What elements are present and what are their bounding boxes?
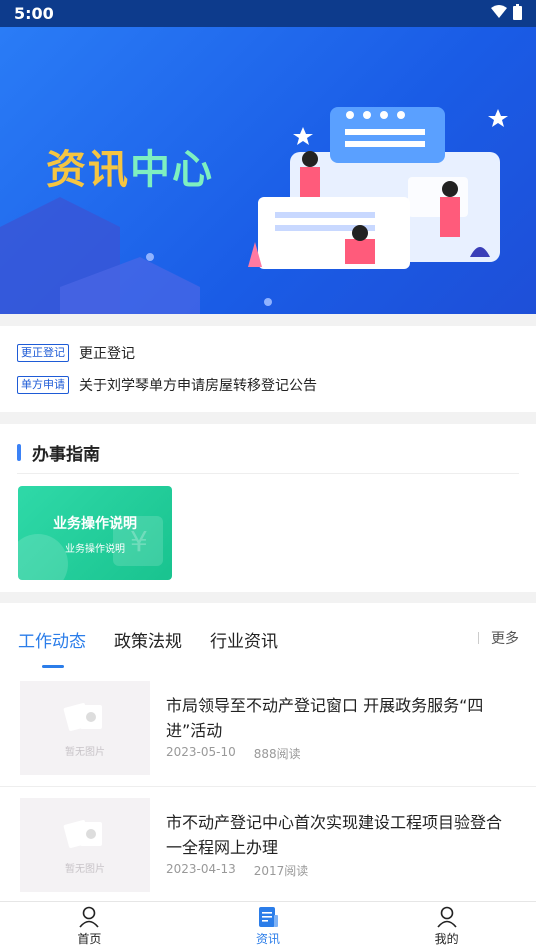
nav-mine-label: 我的 [434, 932, 459, 946]
status-bar: 5:00 [0, 0, 536, 27]
nav-home-label: 首页 [77, 932, 102, 946]
divider [0, 786, 536, 787]
wifi-icon [491, 5, 507, 18]
notice-item[interactable]: 更正登记 更正登记 [17, 343, 135, 363]
notice-list: 更正登记 更正登记 单方申请 关于刘学琴单方申请房屋转移登记公告 [0, 326, 536, 412]
tab-industry[interactable]: 行业资讯 [210, 627, 278, 652]
nav-news[interactable]: 资讯 [179, 902, 358, 952]
placeholder-text: 暂无图片 [65, 747, 105, 758]
article-reads: 2017阅读 [253, 864, 309, 878]
heading-bar [17, 444, 21, 461]
list-item[interactable]: 暂无图片 市不动产登记中心首次实现建设工程项目验登合一全程网上办理 2023-0… [0, 798, 536, 901]
article-date: 2023-05-10 [166, 745, 236, 759]
battery-icon [513, 4, 522, 20]
divider [17, 473, 519, 474]
image-placeholder-icon [63, 703, 102, 731]
notice-text: 关于刘学琴单方申请房屋转移登记公告 [79, 378, 317, 394]
status-icons [491, 4, 522, 20]
banner[interactable]: 资讯中心 [0, 27, 536, 314]
tab-work-news[interactable]: 工作动态 [18, 627, 86, 652]
nav-news-label: 资讯 [256, 932, 281, 946]
banner-title: 资讯中心 [46, 147, 214, 193]
placeholder-text: 暂无图片 [65, 864, 105, 875]
nav-mine[interactable]: 我的 [357, 902, 536, 952]
article-title: 市不动产登记中心首次实现建设工程项目验登合一全程网上办理 [166, 813, 503, 857]
notice-tag: 单方申请 [17, 376, 69, 394]
article-meta: 2023-05-10 888阅读 [166, 745, 301, 762]
article-title: 市局领导至不动产登记窗口 开展政务服务“四进”活动 [166, 696, 484, 740]
article-date: 2023-04-13 [166, 862, 236, 876]
guide-heading: 办事指南 [17, 440, 100, 465]
article-thumbnail: 暂无图片 [20, 681, 150, 775]
bottom-nav: 首页 资讯 我的 [0, 901, 536, 952]
nav-home[interactable]: 首页 [0, 902, 179, 952]
news-section: 工作动态 政策法规 行业资讯 更多 暂无图片 市局领导至不动产登记窗口 开展政务… [0, 603, 536, 901]
article-thumbnail: 暂无图片 [20, 798, 150, 892]
news-icon [259, 907, 278, 927]
image-placeholder-icon [63, 820, 102, 848]
guide-card-subtitle: 业务操作说明 [65, 544, 125, 555]
notice-tag: 更正登记 [17, 344, 69, 362]
notice-text: 更正登记 [79, 346, 135, 362]
yen-icon: ¥ [18, 516, 163, 580]
list-item[interactable]: 暂无图片 市局领导至不动产登记窗口 开展政务服务“四进”活动 2023-05-1… [0, 681, 536, 797]
more-label: 更多 [491, 631, 519, 647]
news-tabs: 工作动态 政策法规 行业资讯 [18, 627, 278, 652]
more-link[interactable]: 更多 [478, 628, 519, 648]
guide-card-title: 业务操作说明 [53, 516, 137, 532]
guide-section: 办事指南 ¥ 业务操作说明 业务操作说明 [0, 424, 536, 592]
notice-item[interactable]: 单方申请 关于刘学琴单方申请房屋转移登记公告 [17, 375, 317, 395]
tab-indicator [42, 665, 64, 668]
status-time: 5:00 [14, 4, 54, 23]
guide-card[interactable]: ¥ 业务操作说明 业务操作说明 [18, 486, 172, 580]
person-icon [79, 906, 99, 928]
article-meta: 2023-04-13 2017阅读 [166, 862, 308, 879]
tab-policy[interactable]: 政策法规 [114, 627, 182, 652]
person-icon [437, 906, 457, 928]
article-reads: 888阅读 [253, 747, 301, 761]
guide-heading-text: 办事指南 [32, 445, 100, 465]
divider [478, 632, 479, 644]
